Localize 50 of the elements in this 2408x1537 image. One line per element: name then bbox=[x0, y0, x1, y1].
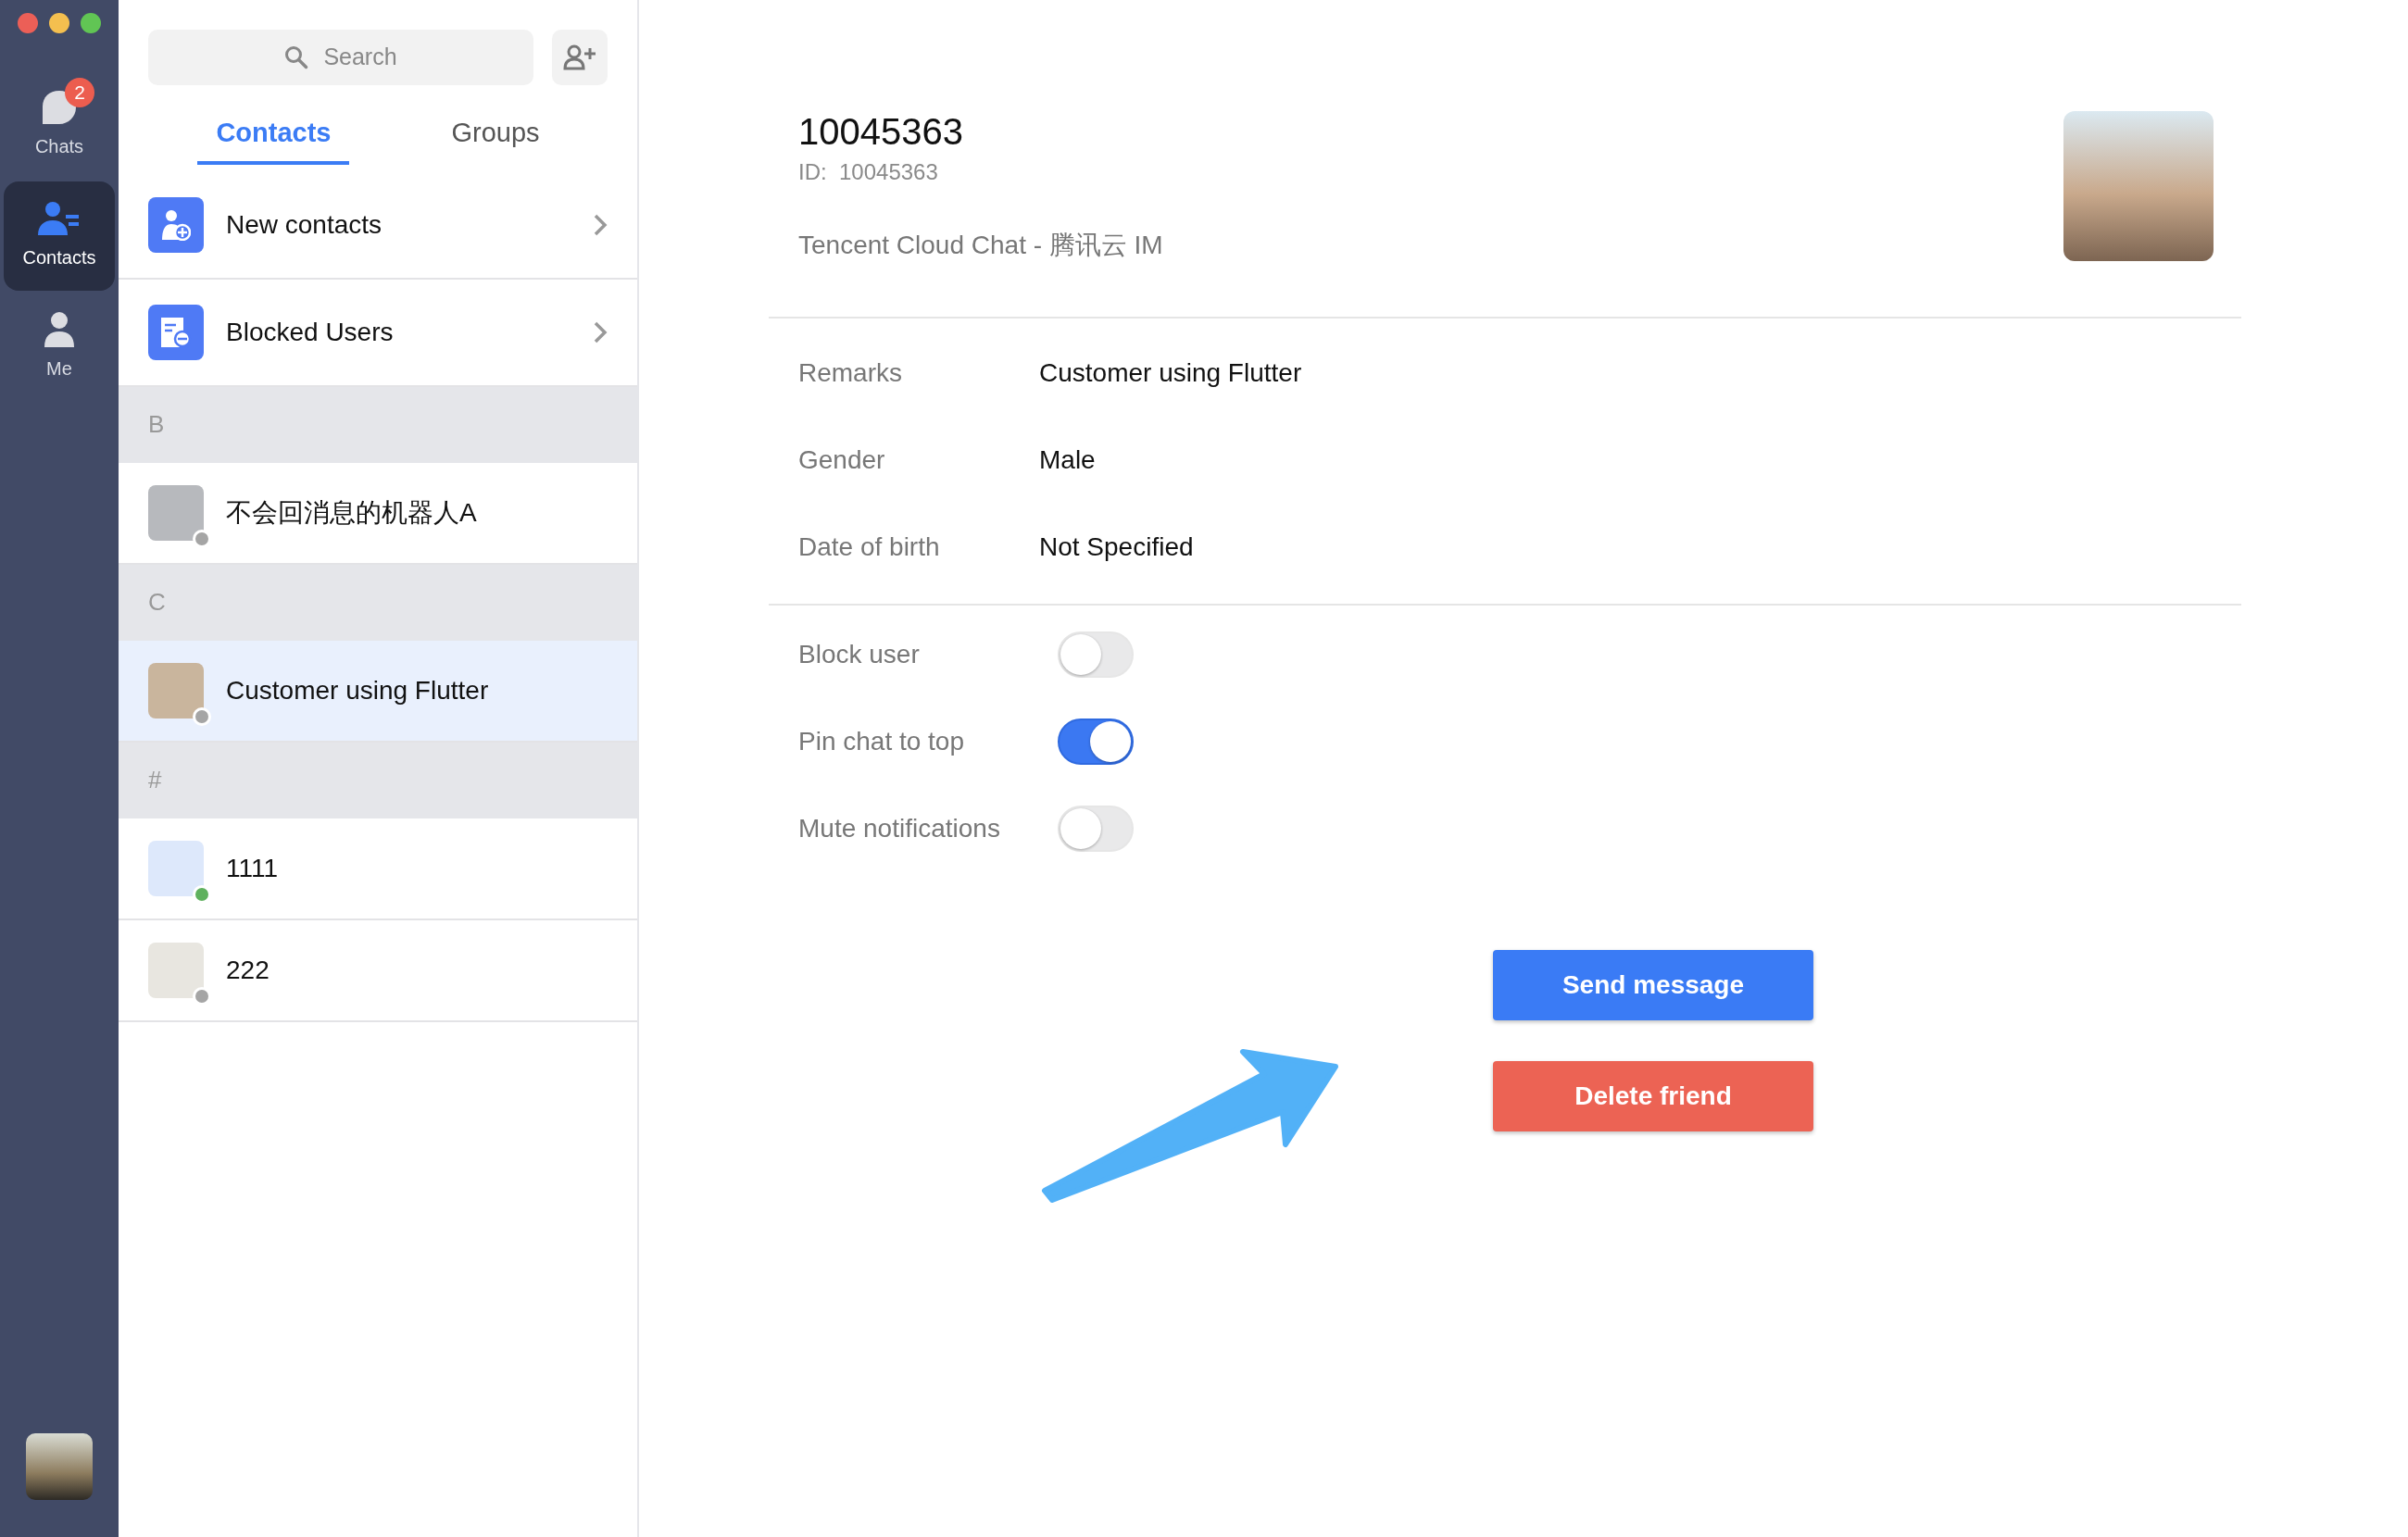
signature: Tencent Cloud Chat - 腾讯云 IM bbox=[798, 230, 1163, 261]
close-button[interactable] bbox=[18, 13, 38, 33]
add-person-icon bbox=[161, 208, 191, 241]
person-icon bbox=[44, 312, 74, 347]
setting-label: Block user bbox=[798, 639, 921, 670]
contact-name: 不会回消息的机器人A bbox=[226, 496, 477, 529]
toggle-switch[interactable] bbox=[1058, 719, 1134, 765]
field-value: Male bbox=[1039, 444, 1096, 476]
nav-tab[interactable]: Chats 2 bbox=[4, 70, 115, 180]
chevron-right-icon bbox=[593, 319, 608, 344]
blocked-list-icon bbox=[160, 316, 192, 348]
photo-placeholder bbox=[148, 662, 204, 719]
field-label: Date of birth bbox=[798, 531, 941, 563]
contact-row[interactable]: 1111 bbox=[119, 818, 637, 920]
action-button[interactable]: Send message bbox=[1493, 950, 1813, 1020]
photo-placeholder[interactable] bbox=[26, 1433, 93, 1500]
unread-count-badge: 2 bbox=[65, 78, 94, 107]
item-label: Blocked Users bbox=[226, 316, 395, 348]
field-label: Remarks bbox=[798, 357, 903, 389]
setting-label: Pin chat to top bbox=[798, 726, 965, 757]
nav-tab[interactable]: Contacts bbox=[4, 181, 115, 291]
tab[interactable]: Groups bbox=[433, 113, 558, 165]
nav-tab[interactable]: Me bbox=[4, 293, 115, 402]
field-value: Customer using Flutter bbox=[1039, 357, 1302, 389]
contact-name: 222 bbox=[226, 954, 270, 986]
list-item[interactable]: New contacts bbox=[119, 171, 637, 280]
profile-name: 10045363 bbox=[798, 111, 964, 152]
contact-row[interactable]: 222 bbox=[119, 919, 637, 1022]
section-letter: # bbox=[148, 765, 162, 795]
add-contact-button[interactable] bbox=[552, 30, 608, 85]
section-letter: C bbox=[148, 587, 166, 618]
chevron-right-icon bbox=[593, 212, 608, 237]
contact-name: 1111 bbox=[226, 852, 279, 884]
setting-label: Mute notifications bbox=[798, 813, 1001, 844]
contact-name: Customer using Flutter bbox=[226, 674, 489, 706]
item-label: New contacts bbox=[226, 208, 383, 241]
tab[interactable]: Contacts bbox=[197, 113, 350, 165]
maximize-button[interactable] bbox=[81, 13, 101, 33]
user-id: ID: 10045363 bbox=[798, 158, 939, 186]
contact-row[interactable]: Customer using Flutter bbox=[119, 640, 637, 743]
field-value: Not Specified bbox=[1039, 531, 1194, 563]
field-label: Gender bbox=[798, 444, 886, 476]
photo-placeholder bbox=[148, 840, 204, 896]
contacts-icon bbox=[38, 201, 81, 236]
add-person-icon bbox=[563, 44, 596, 70]
search-icon bbox=[284, 45, 309, 69]
photo-placeholder bbox=[148, 484, 204, 541]
section-letter: B bbox=[148, 409, 165, 440]
minimize-button[interactable] bbox=[49, 13, 69, 33]
photo-placeholder bbox=[148, 942, 204, 998]
